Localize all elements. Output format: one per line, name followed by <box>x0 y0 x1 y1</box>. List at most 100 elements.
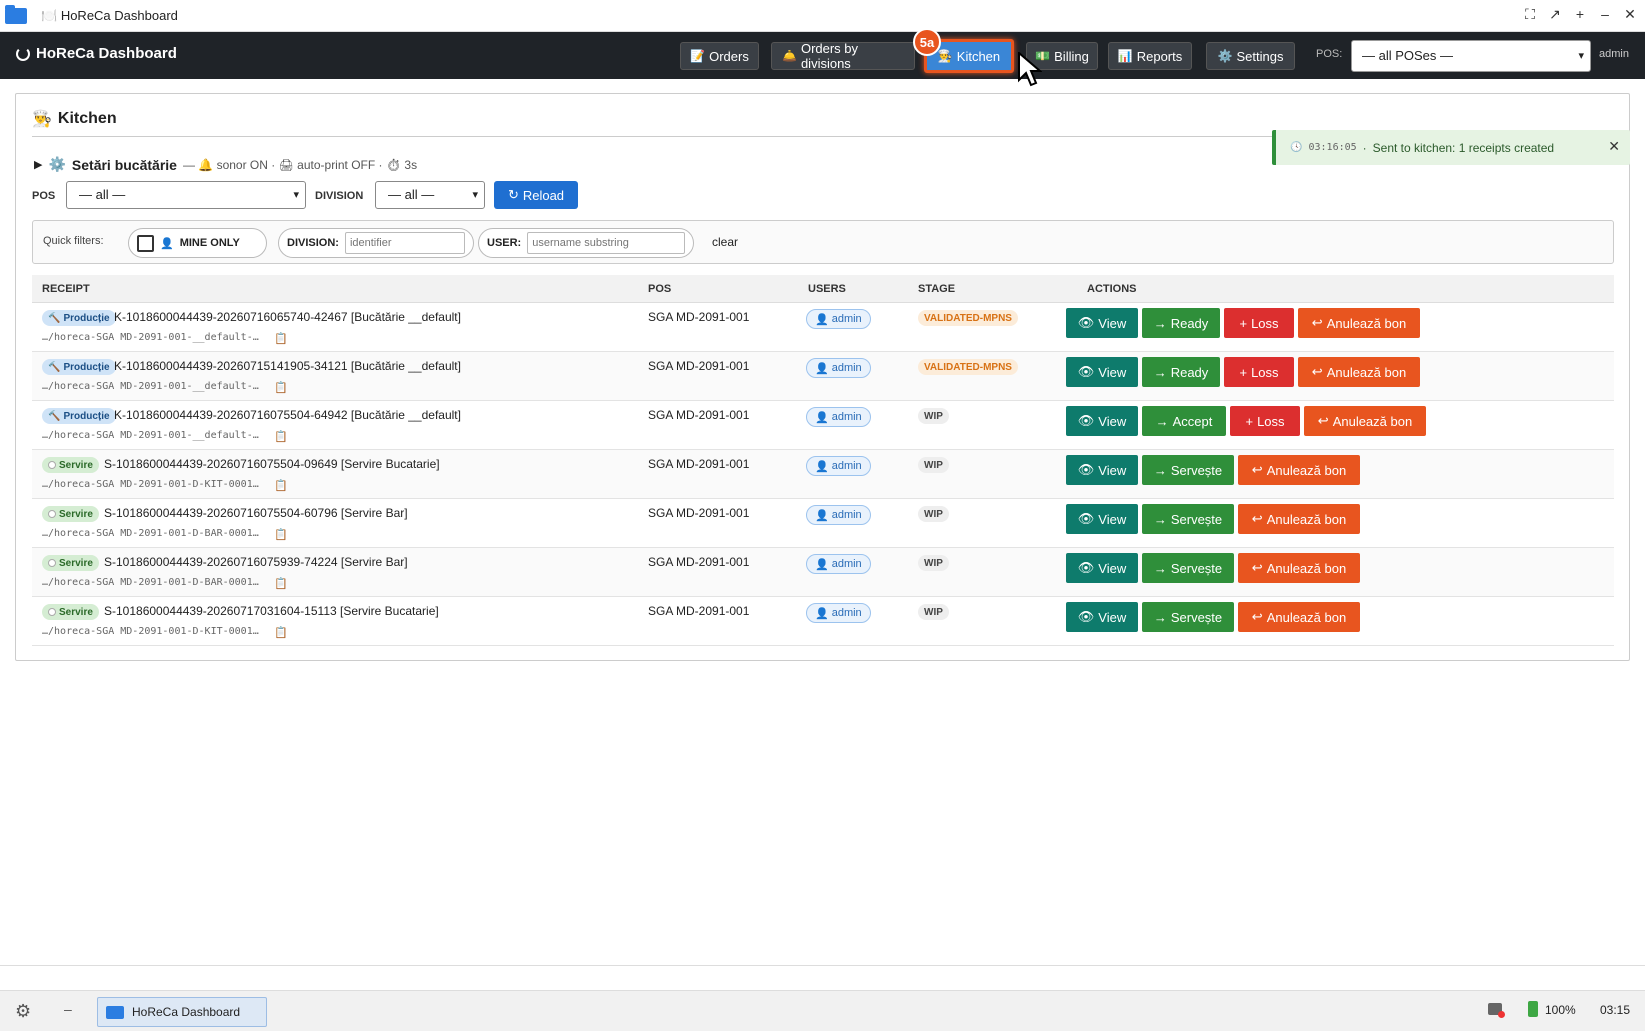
receipt-pos: SGA MD-2091-001 <box>648 604 750 618</box>
pos-select[interactable]: — all POSes — ▾ <box>1351 40 1591 72</box>
accept-button[interactable]: → Accept <box>1142 406 1226 436</box>
gear-icon[interactable]: ⚙ <box>15 1001 31 1022</box>
view-button[interactable]: 👁 View <box>1066 602 1138 632</box>
reload-button[interactable]: ↻ Reload <box>494 181 578 209</box>
clipboard-icon[interactable]: 📋 <box>274 577 288 590</box>
table-row: Servire S-1018600044439-20260716075504-09… <box>32 450 1614 499</box>
user-badge: 👤 admin <box>806 603 871 623</box>
receipt-path: …/horeca-SGA MD-2091-001-D-KIT-0001… <box>42 626 259 637</box>
window-title: 🍽️ HoReCa Dashboard <box>41 7 178 23</box>
receipt-title: S-1018600044439-20260716075504-09649 [Se… <box>104 457 440 471</box>
nav-reports[interactable]: 📊 Reports <box>1108 42 1192 70</box>
anulează-bon-button[interactable]: ↩ Anulează bon <box>1298 308 1420 338</box>
user-badge: 👤 admin <box>806 505 871 525</box>
anulează-bon-button[interactable]: ↩ Anulează bon <box>1238 553 1360 583</box>
receipt-pos: SGA MD-2091-001 <box>648 457 750 471</box>
receipt-path: …/horeca-SGA MD-2091-001-D-BAR-0001… <box>42 528 259 539</box>
status-divider <box>0 965 1645 966</box>
receipt-path: …/horeca-SGA MD-2091-001-D-BAR-0001… <box>42 577 259 588</box>
nav-orders-by-divisions[interactable]: 🛎️ Orders by divisions <box>771 41 915 71</box>
division-quick-input[interactable] <box>344 232 465 254</box>
stage-badge: WIP <box>918 457 949 473</box>
ready-button[interactable]: → Ready <box>1142 357 1220 387</box>
clipboard-icon[interactable]: 📋 <box>274 528 288 541</box>
anulează-bon-button[interactable]: ↩ Anulează bon <box>1238 602 1360 632</box>
receipt-title: S-1018600044439-20260716075939-74224 [Se… <box>104 555 408 569</box>
anulează-bon-button[interactable]: ↩ Anulează bon <box>1304 406 1426 436</box>
ready-button[interactable]: → Ready <box>1142 308 1220 338</box>
view-icon: 👁 <box>1077 462 1095 477</box>
toast-message: Sent to kitchen: 1 receipts created <box>1372 140 1555 155</box>
taskbar-app-button[interactable]: HoReCa Dashboard <box>97 997 267 1027</box>
anulează-bon-button[interactable]: ↩ Anulează bon <box>1238 504 1360 534</box>
clipboard-icon[interactable]: 📋 <box>274 626 288 639</box>
nav-orders[interactable]: 📝 Orders <box>680 42 759 70</box>
table-row: 🔨 Producție K-1018600044439-20260716065740… <box>32 303 1614 352</box>
stage-badge: WIP <box>918 408 949 424</box>
servește-button[interactable]: → Servește <box>1142 455 1234 485</box>
servește-button[interactable]: → Servește <box>1142 602 1234 632</box>
close-icon[interactable]: ✕ <box>1620 6 1640 23</box>
receipt-type-badge: 🔨 Producție <box>42 310 116 326</box>
clipboard-icon[interactable]: 📋 <box>274 381 288 394</box>
loss-icon: + <box>1239 364 1248 380</box>
minimize-all-icon[interactable]: – <box>64 1001 72 1017</box>
user-icon: 👤 <box>815 313 829 326</box>
view-button[interactable]: 👁 View <box>1066 504 1138 534</box>
table-row: Servire S-1018600044439-20260716075504-60… <box>32 499 1614 548</box>
anulează-bon-icon: ↩ <box>1251 560 1263 575</box>
quick-filters: Quick filters: 👤 MINE ONLY DIVISION: USE… <box>32 220 1614 264</box>
loss-icon: + <box>1239 315 1248 331</box>
servește-button[interactable]: → Servește <box>1142 504 1234 534</box>
anulează-bon-button[interactable]: ↩ Anulează bon <box>1298 357 1420 387</box>
receipt-pos: SGA MD-2091-001 <box>648 506 750 520</box>
table-row: Servire S-1018600044439-20260716075939-74… <box>32 548 1614 597</box>
servește-button[interactable]: → Servește <box>1142 553 1234 583</box>
pos-filter-label: POS <box>32 190 56 202</box>
division-filter-select[interactable]: — all — ▾ <box>375 181 485 209</box>
fullscreen-icon[interactable]: ⛶ <box>1520 6 1540 23</box>
clipboard-icon[interactable]: 📋 <box>274 479 288 492</box>
folder-icon <box>5 4 27 24</box>
table-row: 🔨 Producție K-1018600044439-20260716075504… <box>32 401 1614 450</box>
receipt-path: …/horeca-SGA MD-2091-001-__default-… <box>42 381 259 392</box>
nav-settings[interactable]: ⚙️ Settings <box>1206 42 1295 70</box>
view-button[interactable]: 👁 View <box>1066 308 1138 338</box>
battery-percent: 100% <box>1545 1003 1576 1017</box>
toast-time: 🕓 03:16:05 <box>1290 142 1357 153</box>
clear-filters-link[interactable]: clear <box>712 235 738 249</box>
expand-triangle-icon: ▶ <box>34 159 43 171</box>
restore-icon[interactable]: ↗ <box>1545 6 1565 23</box>
new-window-icon[interactable]: + <box>1570 6 1590 22</box>
memo-icon: 📝 <box>690 49 706 63</box>
column-actions: ACTIONS <box>1087 283 1137 295</box>
user-icon: 👤 <box>815 411 829 424</box>
toast-close-icon[interactable]: ✕ <box>1608 138 1620 155</box>
mine-only-toggle[interactable]: 👤 MINE ONLY <box>128 228 267 258</box>
view-button[interactable]: 👁 View <box>1066 553 1138 583</box>
minimize-icon[interactable]: – <box>1595 6 1615 22</box>
loss-button[interactable]: + Loss <box>1230 406 1300 436</box>
view-button[interactable]: 👁 View <box>1066 406 1138 436</box>
network-icon[interactable] <box>1488 1003 1505 1018</box>
kitchen-settings-toggle[interactable]: ▶ ⚙️ Setări bucătărie — 🔔 sonor ON · 🖨 a… <box>34 156 417 173</box>
loss-button[interactable]: + Loss <box>1224 308 1294 338</box>
mine-only-checkbox[interactable] <box>137 234 154 252</box>
anulează-bon-button[interactable]: ↩ Anulează bon <box>1238 455 1360 485</box>
loss-button[interactable]: + Loss <box>1224 357 1294 387</box>
user-icon: 👤 <box>815 362 829 375</box>
column-receipt: RECEIPT <box>42 283 90 295</box>
view-button[interactable]: 👁 View <box>1066 455 1138 485</box>
user-quick-input[interactable] <box>527 232 685 254</box>
anulează-bon-icon: ↩ <box>1251 511 1263 526</box>
page-title: 👨‍🍳 Kitchen <box>32 110 117 128</box>
pos-filter-select[interactable]: — all — ▾ <box>66 181 306 209</box>
hammer-icon: 🔨 <box>48 312 61 324</box>
receipt-pos: SGA MD-2091-001 <box>648 359 750 373</box>
clipboard-icon[interactable]: 📋 <box>274 332 288 345</box>
view-button[interactable]: 👁 View <box>1066 357 1138 387</box>
user-icon: 👤 <box>815 607 829 620</box>
anulează-bon-icon: ↩ <box>1311 315 1323 330</box>
clipboard-icon[interactable]: 📋 <box>274 430 288 443</box>
battery-icon[interactable] <box>1528 1001 1538 1017</box>
